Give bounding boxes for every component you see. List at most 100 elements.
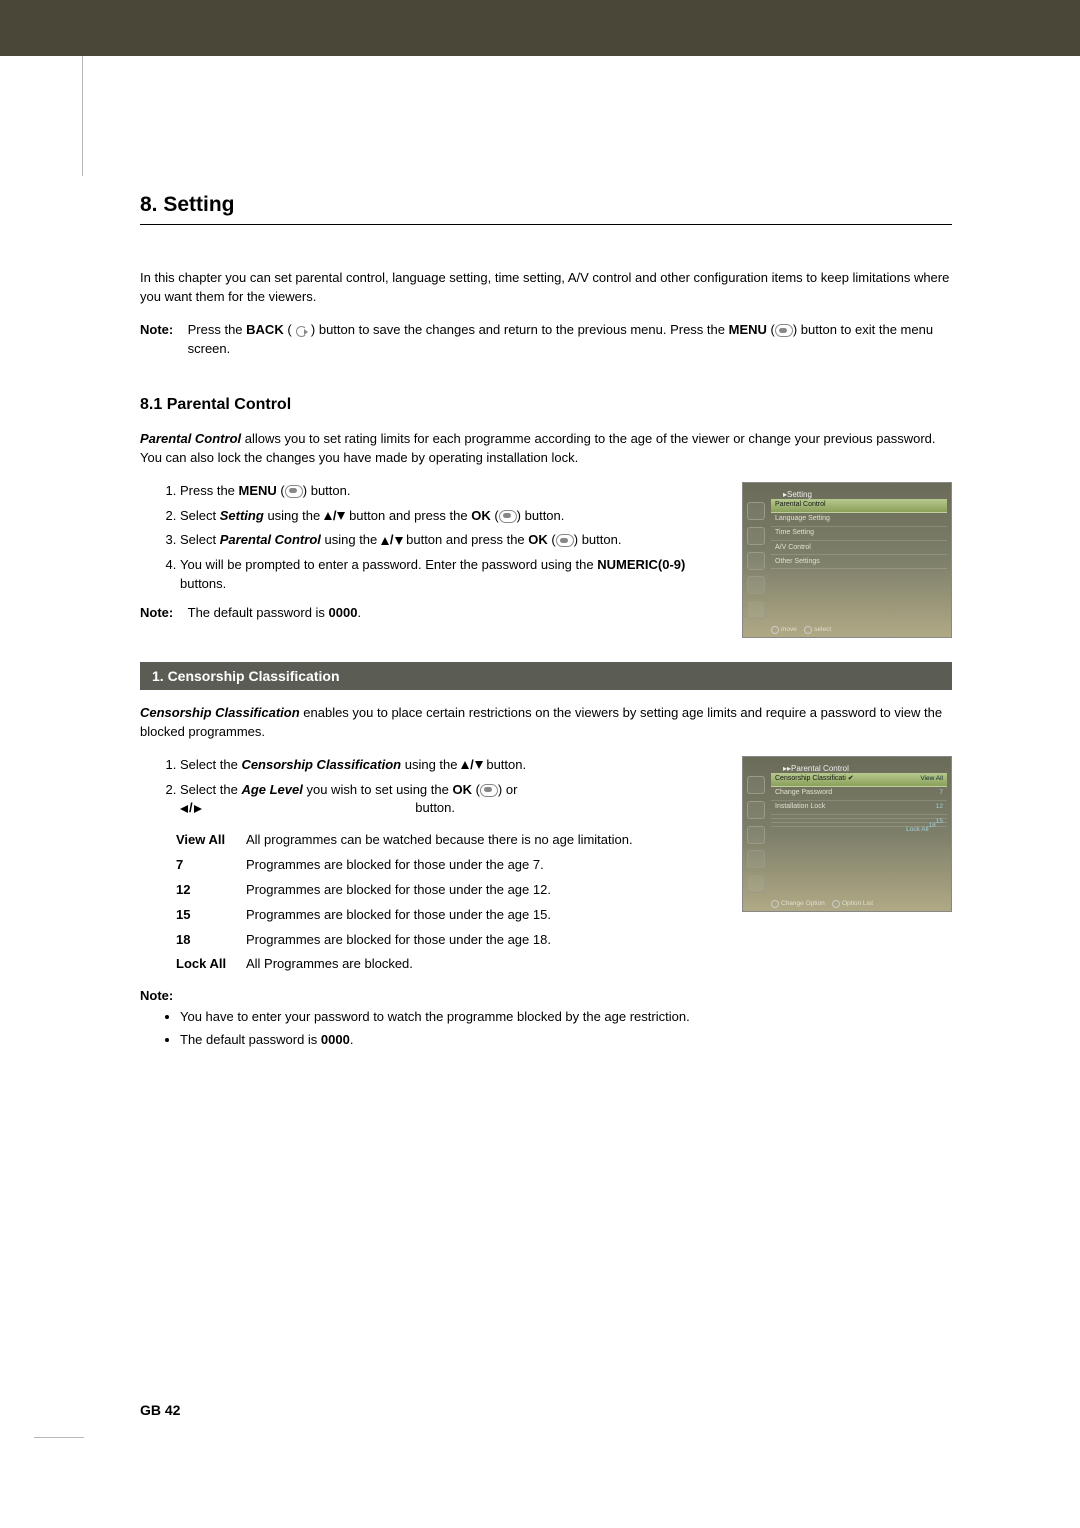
- steps-list-2: Select the Censorship Classification usi…: [160, 756, 714, 819]
- steps-list: Press the MENU () button. Select Setting…: [160, 482, 714, 594]
- mock-row: Other Settings: [771, 555, 947, 569]
- note-list: You have to enter your password to watch…: [160, 1008, 952, 1050]
- age-level-table: View AllAll programmes can be watched be…: [176, 828, 641, 977]
- sidebar-icon: [747, 776, 765, 794]
- note-item: The default password is 0000.: [180, 1031, 952, 1050]
- sidebar-icon: [747, 826, 765, 844]
- key: 15: [176, 903, 246, 928]
- t: MENU: [239, 483, 277, 498]
- mock-row-value: 15: [936, 817, 943, 826]
- t: Select: [180, 508, 220, 523]
- t: Change Option: [781, 900, 825, 907]
- screenshot-parental: ▸▸Parental Control Censorship Classifica…: [742, 756, 952, 912]
- val: Programmes are blocked for those under t…: [246, 928, 641, 953]
- mock-row: Censorship Classificati ✔View All: [771, 773, 947, 787]
- key: 7: [176, 853, 246, 878]
- left-right-icon: /: [180, 800, 412, 815]
- sidebar-icon: [747, 875, 765, 893]
- sidebar-icon: [747, 576, 765, 594]
- top-band: [0, 0, 1080, 56]
- t: Note:: [140, 988, 173, 1003]
- subsection-bar: 1. Censorship Classification: [140, 662, 952, 690]
- t: Censorship Classification: [241, 757, 401, 772]
- val: Programmes are blocked for those under t…: [246, 878, 641, 903]
- step-4: You will be prompted to enter a password…: [180, 556, 714, 594]
- mock-row: A/V Control: [771, 541, 947, 555]
- t: Parental Control: [220, 532, 321, 547]
- section-heading: 8.1 Parental Control: [140, 393, 952, 416]
- sidebar-icon: [747, 527, 765, 545]
- up-down-icon: /: [324, 508, 346, 523]
- menu-button-icon: [775, 324, 793, 337]
- note-label: Note:: [140, 321, 184, 340]
- t: button.: [311, 483, 351, 498]
- page-content: 8. Setting In this chapter you can set p…: [140, 190, 952, 1054]
- mock-footer: Change Option Option List: [771, 899, 947, 908]
- menu-button-icon: [285, 485, 303, 498]
- up-down-icon: /: [381, 532, 403, 547]
- step-1: Press the MENU () button.: [180, 482, 714, 501]
- val: Programmes are blocked for those under t…: [246, 853, 641, 878]
- footer-icon: [771, 900, 779, 908]
- mock-row: Language Setting: [771, 513, 947, 527]
- ok-button-icon: [556, 534, 574, 547]
- sidebar-icon: [747, 850, 765, 868]
- t: button.: [415, 800, 455, 815]
- mock-right-2: ▸▸Parental Control Censorship Classifica…: [742, 756, 952, 912]
- table-row: 18Programmes are blocked for those under…: [176, 928, 641, 953]
- split-censorship: Select the Censorship Classification usi…: [140, 756, 952, 978]
- key: 12: [176, 878, 246, 903]
- t: NUMERIC(0-9): [597, 557, 685, 572]
- mock-row: Lock All: [771, 823, 947, 827]
- table-row: 15Programmes are blocked for those under…: [176, 903, 641, 928]
- val: Programmes are blocked for those under t…: [246, 903, 641, 928]
- t: using the: [325, 532, 381, 547]
- sidebar-icon: [747, 552, 765, 570]
- t: OK: [528, 532, 548, 547]
- t: Setting: [220, 508, 264, 523]
- t: Select: [180, 532, 220, 547]
- t: allows you to set rating limits for each…: [140, 431, 936, 465]
- t: button to save the changes and return to…: [319, 322, 729, 337]
- t: Age Level: [241, 782, 302, 797]
- mock-content: Censorship Classificati ✔View AllChange …: [771, 773, 947, 834]
- t: or: [506, 782, 518, 797]
- page-footer: GB 42: [140, 1400, 180, 1420]
- mock-sidebar: [746, 773, 766, 897]
- t: OK: [452, 782, 472, 797]
- t: Press the: [180, 483, 239, 498]
- t: select: [814, 626, 831, 633]
- term: Censorship Classification: [140, 705, 300, 720]
- up-down-icon: /: [461, 757, 483, 772]
- note-item: You have to enter your password to watch…: [180, 1008, 952, 1027]
- ok-button-icon: [499, 510, 517, 523]
- mock-sidebar: [746, 499, 766, 623]
- footer-icon: [804, 626, 812, 634]
- key: Lock All: [176, 952, 246, 977]
- chapter-heading: 8. Setting: [140, 190, 952, 220]
- ok-button-icon: [480, 784, 498, 797]
- key: 18: [176, 928, 246, 953]
- key: View All: [176, 828, 246, 853]
- mock-row-value: View All: [920, 774, 943, 783]
- mock-right-1: ▸Setting Parental Control Language Setti…: [742, 482, 952, 638]
- mock-footer: move select: [771, 625, 947, 634]
- t: button and press the: [349, 508, 471, 523]
- t: .: [350, 1032, 354, 1047]
- mock-row-value: 18: [929, 821, 936, 830]
- step-c1: Select the Censorship Classification usi…: [180, 756, 714, 775]
- note-body: The default password is 0000.: [188, 604, 714, 623]
- table-row: View AllAll programmes can be watched be…: [176, 828, 641, 853]
- step-3: Select Parental Control using the / butt…: [180, 531, 714, 550]
- step-c2: Select the Age Level you wish to set usi…: [180, 781, 714, 819]
- t: move: [781, 626, 797, 633]
- val: All programmes can be watched because th…: [246, 828, 641, 853]
- back-word: BACK: [246, 322, 284, 337]
- t: buttons.: [180, 576, 226, 591]
- bottom-tick: [34, 1437, 84, 1438]
- t: button and press the: [406, 532, 528, 547]
- t: The default password is: [180, 1032, 321, 1047]
- t: Press the: [188, 322, 247, 337]
- t: using the: [267, 508, 323, 523]
- sidebar-icon: [747, 502, 765, 520]
